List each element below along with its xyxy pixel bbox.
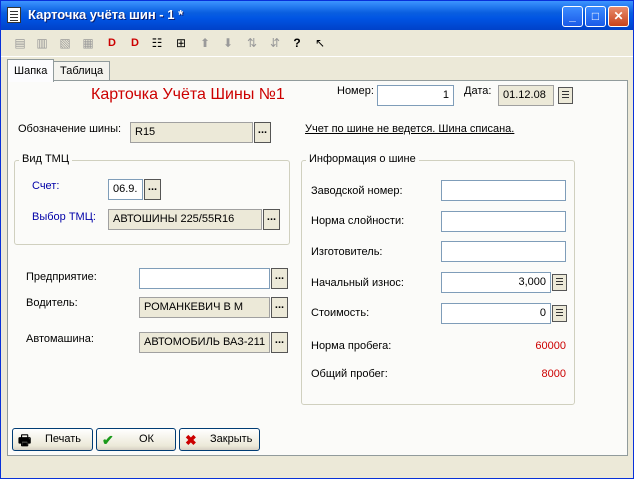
close-window-button[interactable]: ✕ xyxy=(608,6,629,27)
edit-icon[interactable]: ▦ xyxy=(79,34,97,52)
tmc-legend: Вид ТМЦ xyxy=(19,153,72,165)
unmark-icon[interactable]: D xyxy=(126,34,144,52)
checkmark-icon: ✔ xyxy=(102,432,114,448)
maximize-button[interactable]: □ xyxy=(585,6,606,27)
close-x-icon: ✖ xyxy=(185,432,197,448)
wear-calculator-icon[interactable] xyxy=(552,274,567,291)
window-title: Карточка учёта шин - 1 * xyxy=(28,7,184,22)
car-label: Автомашина: xyxy=(26,333,94,345)
close-button[interactable]: ✖ Закрыть xyxy=(179,428,260,451)
move-icon[interactable]: ⊞ xyxy=(172,34,190,52)
tire-select-button[interactable]: ... xyxy=(254,122,271,143)
tmc-select-button[interactable]: ... xyxy=(263,209,280,230)
enterprise-input[interactable] xyxy=(139,268,270,289)
delete-mark-icon[interactable]: D xyxy=(103,34,121,52)
tmc-group: Вид ТМЦ Счет: 06.9. ... Выбор ТМЦ: АВТОШ… xyxy=(14,153,290,245)
calendar-icon[interactable] xyxy=(558,87,573,104)
tmc-choice-label: Выбор ТМЦ: xyxy=(32,211,96,223)
number-input[interactable]: 1 xyxy=(377,85,454,106)
title-bar[interactable]: Карточка учёта шин - 1 * _ □ ✕ xyxy=(1,1,633,30)
date-label: Дата: xyxy=(464,85,492,97)
maker-label: Изготовитель: xyxy=(311,246,383,258)
serial-input[interactable] xyxy=(441,180,566,201)
sort-desc-icon[interactable]: ⇵ xyxy=(266,34,284,52)
driver-input[interactable]: РОМАНКЕВИЧ В М xyxy=(139,297,270,318)
driver-select-button[interactable]: ... xyxy=(271,297,288,318)
ply-norm-input[interactable] xyxy=(441,211,566,232)
tab-table[interactable]: Таблица xyxy=(53,61,111,81)
arrow-down-icon[interactable]: ⬇ xyxy=(219,34,237,52)
toolbar: ▤ ▥ ▧ ▦ D D ☷ ⊞ ⬆ ⬇ ⇅ ⇵ ? ↖ xyxy=(1,30,633,57)
mileage-norm-value: 60000 xyxy=(535,340,566,352)
print-button[interactable]: 🖶 Печать xyxy=(12,428,93,451)
close-icon: ✕ xyxy=(613,9,624,23)
properties-icon[interactable]: ☷ xyxy=(148,34,166,52)
context-help-icon[interactable]: ↖ xyxy=(311,34,329,52)
printer-icon: 🖶 xyxy=(18,432,32,448)
cost-calculator-icon[interactable] xyxy=(552,305,567,322)
tmc-choice-input[interactable]: АВТОШИНЫ 225/55R16 xyxy=(108,209,262,230)
help-icon[interactable]: ? xyxy=(288,34,306,52)
header-panel: Карточка Учёта Шины №1 Номер: 1 Дата: 01… xyxy=(7,80,628,456)
document-icon xyxy=(7,7,21,23)
account-select-button[interactable]: ... xyxy=(144,179,161,200)
status-link[interactable]: Учет по шине не ведется. Шина списана. xyxy=(305,123,514,135)
delete-icon[interactable]: ▧ xyxy=(56,34,74,52)
sort-asc-icon[interactable]: ⇅ xyxy=(243,34,261,52)
new-record-icon[interactable]: ▤ xyxy=(11,34,29,52)
tire-info-group: Информация о шине Заводской номер: Норма… xyxy=(301,153,575,405)
mileage-norm-label: Норма пробега: xyxy=(311,340,392,352)
tire-info-legend: Информация о шине xyxy=(306,153,419,165)
enterprise-select-button[interactable]: ... xyxy=(271,268,288,289)
car-select-button[interactable]: ... xyxy=(271,332,288,353)
wear-label: Начальный износ: xyxy=(311,277,404,289)
ok-button[interactable]: ✔ ОК xyxy=(96,428,176,451)
account-input[interactable]: 06.9. xyxy=(108,179,143,200)
account-label: Счет: xyxy=(32,180,60,192)
tire-input[interactable]: R15 xyxy=(130,122,253,143)
cost-label: Стоимость: xyxy=(311,307,370,319)
ply-norm-label: Норма слойности: xyxy=(311,215,405,227)
minimize-button[interactable]: _ xyxy=(562,6,583,27)
main-window: Карточка учёта шин - 1 * _ □ ✕ ▤ ▥ ▧ ▦ D… xyxy=(0,0,634,479)
serial-label: Заводской номер: xyxy=(311,185,403,197)
tire-label: Обозначение шины: xyxy=(18,123,122,135)
driver-label: Водитель: xyxy=(26,297,78,309)
date-input[interactable]: 01.12.08 xyxy=(498,85,554,106)
total-mileage-label: Общий пробег: xyxy=(311,368,388,380)
enterprise-label: Предприятие: xyxy=(26,271,97,283)
cost-input[interactable]: 0 xyxy=(441,303,551,324)
wear-input[interactable]: 3,000 xyxy=(441,272,551,293)
car-input[interactable]: АВТОМОБИЛЬ ВАЗ-211 xyxy=(139,332,270,353)
total-mileage-value: 8000 xyxy=(541,368,566,380)
maximize-icon: □ xyxy=(591,9,600,23)
tab-header[interactable]: Шапка xyxy=(7,59,55,82)
minimize-icon: _ xyxy=(569,9,576,23)
maker-input[interactable] xyxy=(441,241,566,262)
number-label: Номер: xyxy=(337,85,374,97)
new-copy-icon[interactable]: ▥ xyxy=(33,34,51,52)
page-title: Карточка Учёта Шины №1 xyxy=(91,86,285,103)
arrow-up-icon[interactable]: ⬆ xyxy=(196,34,214,52)
